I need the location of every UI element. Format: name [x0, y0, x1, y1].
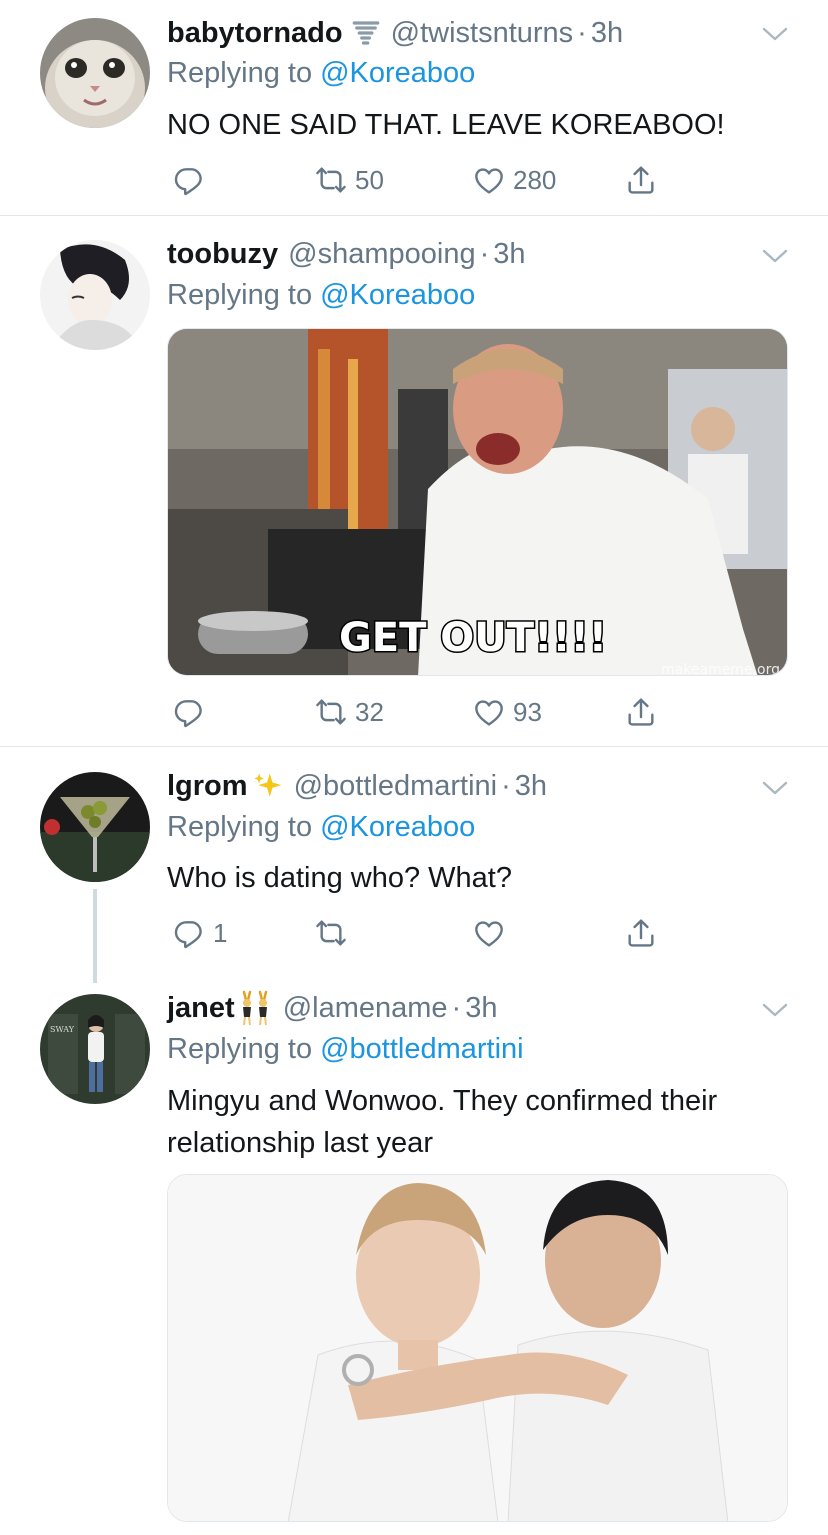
retweet-icon: [315, 696, 347, 728]
like-button[interactable]: 93: [473, 692, 542, 732]
chevron-down-icon[interactable]: [762, 248, 788, 264]
reply-icon: [173, 696, 205, 728]
tweet-janet[interactable]: SWAY janet @lamename · 3h Replying to @b…: [0, 972, 828, 1535]
replying-to-label: Replying to: [167, 57, 313, 89]
user-handle[interactable]: @bottledmartini: [294, 770, 498, 803]
like-button[interactable]: 280: [473, 160, 556, 200]
separator-dot: ·: [577, 16, 587, 49]
heart-icon: [473, 917, 505, 949]
chevron-down-icon[interactable]: [762, 1002, 788, 1018]
timestamp[interactable]: 3h: [591, 17, 623, 50]
replying-to: Replying to @Koreaboo: [167, 279, 475, 312]
timestamp[interactable]: 3h: [493, 238, 525, 271]
tweet-header: toobuzy @shampooing · 3h: [167, 234, 526, 274]
retweet-count: 32: [355, 696, 384, 727]
tweet-actions: 32 93: [167, 692, 667, 732]
tweet-header: lgrom @bottledmartini · 3h: [167, 766, 547, 806]
heart-icon: [473, 164, 505, 196]
avatar[interactable]: SWAY: [40, 994, 150, 1104]
reply-icon: [173, 917, 205, 949]
separator-dot: ·: [451, 991, 462, 1024]
retweet-icon: [315, 917, 347, 949]
timestamp[interactable]: 3h: [515, 770, 547, 803]
svg-text:SWAY: SWAY: [50, 1025, 75, 1034]
thread-connector: [93, 889, 97, 983]
display-name[interactable]: babytornado: [167, 17, 343, 50]
separator-dot: ·: [501, 769, 511, 802]
meme-caption: GET OUT!!!!: [339, 615, 607, 661]
like-count: 93: [513, 696, 542, 727]
tweet-actions: 1: [167, 913, 667, 953]
avatar[interactable]: [40, 240, 150, 350]
sparkles-emoji-icon: [252, 768, 284, 804]
like-button[interactable]: [473, 913, 513, 953]
like-count: 280: [513, 164, 557, 195]
replying-to-link[interactable]: @Koreaboo: [320, 811, 475, 843]
user-handle[interactable]: @lamename: [283, 992, 448, 1025]
replying-to-label: Replying to: [167, 1033, 313, 1065]
display-name[interactable]: lgrom: [167, 770, 248, 803]
share-button[interactable]: [625, 160, 657, 200]
reply-count: 1: [213, 917, 228, 948]
reply-button[interactable]: [173, 160, 213, 200]
tweet-lgrom[interactable]: lgrom @bottledmartini · 3h Replying to @K…: [0, 747, 828, 983]
tweet-header: janet @lamename · 3h: [167, 988, 497, 1028]
share-button[interactable]: [625, 913, 657, 953]
user-handle[interactable]: @shampooing: [288, 238, 475, 271]
tweet-toobuzy[interactable]: toobuzy @shampooing · 3h Replying to @Kor…: [0, 216, 828, 746]
tweet-header: babytornado @twistsnturns · 3h: [167, 13, 623, 53]
reply-button[interactable]: [173, 692, 213, 732]
user-handle[interactable]: @twistsnturns: [391, 17, 574, 50]
retweet-button[interactable]: [315, 913, 355, 953]
replying-to-label: Replying to: [167, 811, 313, 843]
tweet-media-image[interactable]: GET OUT!!!! makeameme.org: [167, 328, 788, 676]
share-icon: [625, 164, 657, 196]
display-name[interactable]: toobuzy: [167, 238, 278, 271]
replying-to: Replying to @bottledmartini: [167, 1033, 524, 1066]
replying-to-link[interactable]: @Koreaboo: [320, 57, 475, 89]
chevron-down-icon[interactable]: [762, 26, 788, 42]
replying-to-label: Replying to: [167, 279, 313, 311]
meme-watermark: makeameme.org: [661, 662, 780, 676]
separator-dot: ·: [479, 237, 490, 270]
reply-icon: [173, 164, 205, 196]
tweet-text: NO ONE SAID THAT. LEAVE KOREABOO!: [167, 109, 725, 141]
share-icon: [625, 696, 657, 728]
retweet-button[interactable]: 32: [315, 692, 384, 732]
avatar[interactable]: [40, 772, 150, 882]
tweet-babytornado[interactable]: babytornado @twistsnturns · 3h Replying …: [0, 0, 828, 215]
retweet-icon: [315, 164, 347, 196]
display-name[interactable]: janet: [167, 992, 235, 1025]
chevron-down-icon[interactable]: [762, 780, 788, 796]
retweet-button[interactable]: 50: [315, 160, 384, 200]
replying-to-link[interactable]: @bottledmartini: [320, 1033, 524, 1065]
heart-icon: [473, 696, 505, 728]
tornado-emoji-icon: [351, 15, 381, 51]
reply-button[interactable]: 1: [173, 913, 227, 953]
tweet-text: Mingyu and Wonwoo. They confirmed their …: [167, 1085, 718, 1159]
replying-to-link[interactable]: @Koreaboo: [320, 279, 475, 311]
share-button[interactable]: [625, 692, 657, 732]
tweet-actions: 50 280: [167, 160, 667, 200]
avatar[interactable]: [40, 18, 150, 128]
replying-to: Replying to @Koreaboo: [167, 811, 475, 844]
replying-to: Replying to @Koreaboo: [167, 57, 475, 90]
retweet-count: 50: [355, 164, 384, 195]
tweet-text: Who is dating who? What?: [167, 862, 512, 894]
share-icon: [625, 917, 657, 949]
timestamp[interactable]: 3h: [465, 992, 497, 1025]
tweet-media-image[interactable]: [167, 1174, 788, 1522]
bunny-dancers-emoji-icon: [237, 990, 273, 1026]
